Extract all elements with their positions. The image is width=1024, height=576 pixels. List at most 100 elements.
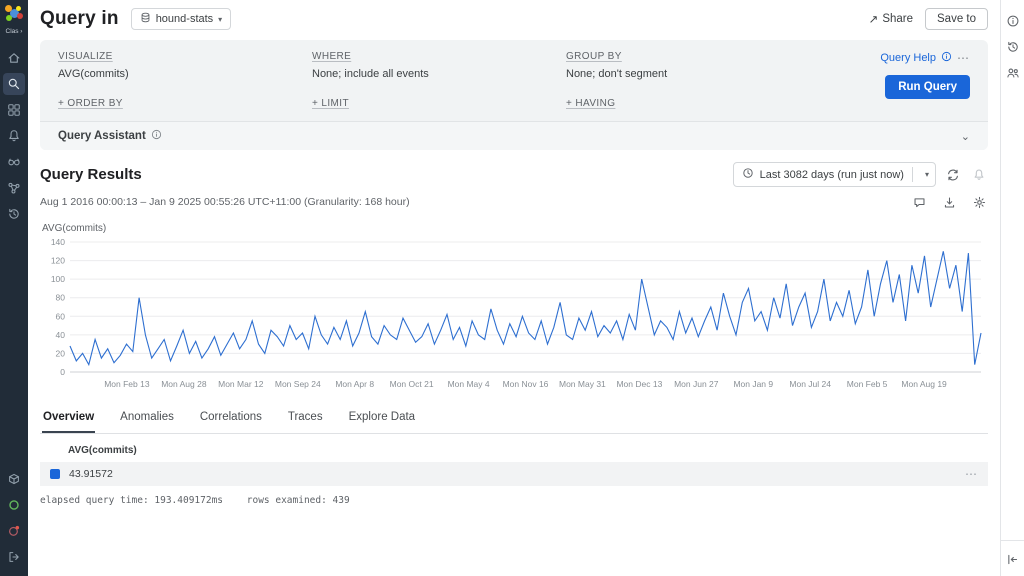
query-assistant-label: Query Assistant — [58, 130, 146, 142]
collapse-panel-icon[interactable] — [1003, 549, 1023, 569]
where-label[interactable]: WHERE — [312, 51, 552, 62]
chart-settings-gear-icon[interactable] — [970, 193, 988, 211]
series-swatch — [50, 469, 60, 479]
builder-actions: Query Help ⋯ Run Query — [820, 51, 970, 109]
share-label: Share — [882, 13, 913, 25]
rows-examined-text: rows examined: 439 — [247, 495, 350, 506]
trigger-bell-icon[interactable] — [970, 166, 988, 184]
share-button[interactable]: ↗ Share — [869, 12, 913, 26]
query-builder-panel: VISUALIZE AVG(commits) + ORDER BY WHERE … — [40, 40, 988, 150]
group-by-label[interactable]: GROUP BY — [566, 51, 806, 62]
rerun-query-icon[interactable] — [944, 166, 962, 184]
sign-out-icon[interactable] — [3, 546, 25, 568]
query-stats: elapsed query time: 193.409172ms rows ex… — [40, 495, 988, 506]
table-column-header: AVG(commits) — [40, 438, 988, 462]
page-title: Query in — [40, 8, 119, 30]
nav-query-icon[interactable] — [3, 73, 25, 95]
tab-correlations[interactable]: Correlations — [199, 404, 263, 433]
y-tick-label: 0 — [60, 367, 65, 377]
timeseries-chart[interactable]: 020406080100120140Mon Feb 13Mon Aug 28Mo… — [40, 236, 988, 394]
builder-more-menu-icon[interactable]: ⋯ — [957, 51, 970, 65]
x-tick-label: Mon Feb 13 — [104, 379, 150, 389]
nav-home-icon[interactable] — [3, 47, 25, 69]
limit-add[interactable]: + LIMIT — [312, 98, 552, 109]
y-tick-label: 140 — [51, 237, 65, 247]
nav-slo-icon[interactable] — [3, 151, 25, 173]
x-tick-label: Mon Jul 24 — [789, 379, 831, 389]
x-tick-label: Mon Jan 9 — [733, 379, 773, 389]
visualize-clause: VISUALIZE AVG(commits) + ORDER BY — [58, 51, 298, 109]
clock-icon — [742, 167, 754, 182]
results-tabs: Overview Anomalies Correlations Traces Explo… — [40, 404, 988, 434]
app-sidebar: Clas › — [0, 0, 28, 576]
dataset-chevron-icon: ▾ — [218, 15, 222, 24]
status-green-icon[interactable] — [3, 494, 25, 516]
where-value[interactable]: None; include all events — [312, 68, 552, 80]
download-icon[interactable] — [940, 193, 958, 211]
results-table: AVG(commits) 43.91572 ⋯ — [40, 438, 988, 486]
group-by-value[interactable]: None; don't segment — [566, 68, 806, 80]
x-tick-label: Mon Sep 24 — [275, 379, 321, 389]
environment-selector[interactable]: Clas › — [6, 28, 23, 35]
run-query-button[interactable]: Run Query — [885, 75, 970, 99]
x-tick-label: Mon Aug 28 — [161, 379, 207, 389]
query-assistant-bar[interactable]: Query Assistant ⌄ — [40, 121, 988, 150]
dataset-name: hound-stats — [156, 13, 213, 25]
info-icon[interactable] — [1003, 11, 1023, 31]
x-tick-label: Mon Jun 27 — [674, 379, 719, 389]
elapsed-time-text: elapsed query time: 193.409172ms — [40, 495, 223, 506]
nav-service-map-icon[interactable] — [3, 177, 25, 199]
main-content: Query in hound-stats ▾ ↗ Share Save to V… — [28, 0, 1000, 576]
x-tick-label: Mon Apr 8 — [335, 379, 374, 389]
dataset-selector[interactable]: hound-stats ▾ — [131, 8, 232, 30]
x-tick-label: Mon Oct 21 — [390, 379, 434, 389]
x-tick-label: Mon Dec 13 — [616, 379, 662, 389]
app-window: Clas › — [0, 0, 1024, 576]
honeycomb-logo-icon[interactable] — [4, 4, 24, 24]
query-help-link[interactable]: Query Help — [880, 52, 936, 64]
series-value: 43.91572 — [69, 468, 113, 480]
usage-alert-icon[interactable] — [3, 520, 25, 542]
y-tick-label: 80 — [56, 293, 66, 303]
table-row[interactable]: 43.91572 ⋯ — [40, 462, 988, 486]
nav-activity-history-icon[interactable] — [3, 203, 25, 225]
group-by-clause: GROUP BY None; don't segment + HAVING — [566, 51, 806, 109]
comment-icon[interactable] — [910, 193, 928, 211]
visualize-value[interactable]: AVG(commits) — [58, 68, 298, 80]
order-by-add[interactable]: + ORDER BY — [58, 98, 298, 109]
package-icon[interactable] — [3, 468, 25, 490]
x-tick-label: Mon Feb 5 — [847, 379, 888, 389]
tab-traces[interactable]: Traces — [287, 404, 324, 433]
date-range-row: Aug 1 2016 00:00:13 – Jan 9 2025 00:55:2… — [28, 191, 1000, 217]
query-history-icon[interactable] — [1003, 37, 1023, 57]
assistant-expand-icon[interactable]: ⌄ — [961, 130, 970, 143]
y-tick-label: 40 — [56, 330, 66, 340]
x-tick-label: Mon Mar 12 — [218, 379, 264, 389]
tab-explore-data[interactable]: Explore Data — [348, 404, 416, 433]
x-tick-label: Mon May 31 — [559, 379, 606, 389]
nav-boards-icon[interactable] — [3, 99, 25, 121]
help-info-icon[interactable] — [941, 51, 952, 65]
date-range-text: Aug 1 2016 00:00:13 – Jan 9 2025 00:55:2… — [40, 196, 410, 208]
tab-anomalies[interactable]: Anomalies — [119, 404, 175, 433]
visualize-label[interactable]: VISUALIZE — [58, 51, 298, 62]
having-add[interactable]: + HAVING — [566, 98, 806, 109]
x-tick-label: Mon Aug 19 — [901, 379, 947, 389]
time-range-chevron-icon: ▾ — [919, 170, 935, 179]
assistant-info-icon[interactable] — [151, 129, 162, 143]
team-activity-icon[interactable] — [1003, 63, 1023, 83]
series-line — [70, 251, 981, 364]
share-icon: ↗ — [869, 12, 879, 26]
y-tick-label: 120 — [51, 256, 65, 266]
tab-overview[interactable]: Overview — [42, 404, 95, 433]
chart-panel: AVG(commits) 020406080100120140Mon Feb 1… — [28, 217, 1000, 394]
save-to-button[interactable]: Save to — [925, 8, 988, 30]
nav-alerts-icon[interactable] — [3, 125, 25, 147]
chart-y-axis-title: AVG(commits) — [42, 223, 988, 234]
utility-sidebar — [1000, 0, 1024, 576]
dataset-icon — [140, 12, 151, 26]
row-more-icon[interactable]: ⋯ — [965, 467, 978, 481]
time-range-value: Last 3082 days (run just now) — [760, 169, 904, 181]
where-clause: WHERE None; include all events + LIMIT — [312, 51, 552, 109]
time-range-selector[interactable]: Last 3082 days (run just now) ▾ — [733, 162, 936, 187]
